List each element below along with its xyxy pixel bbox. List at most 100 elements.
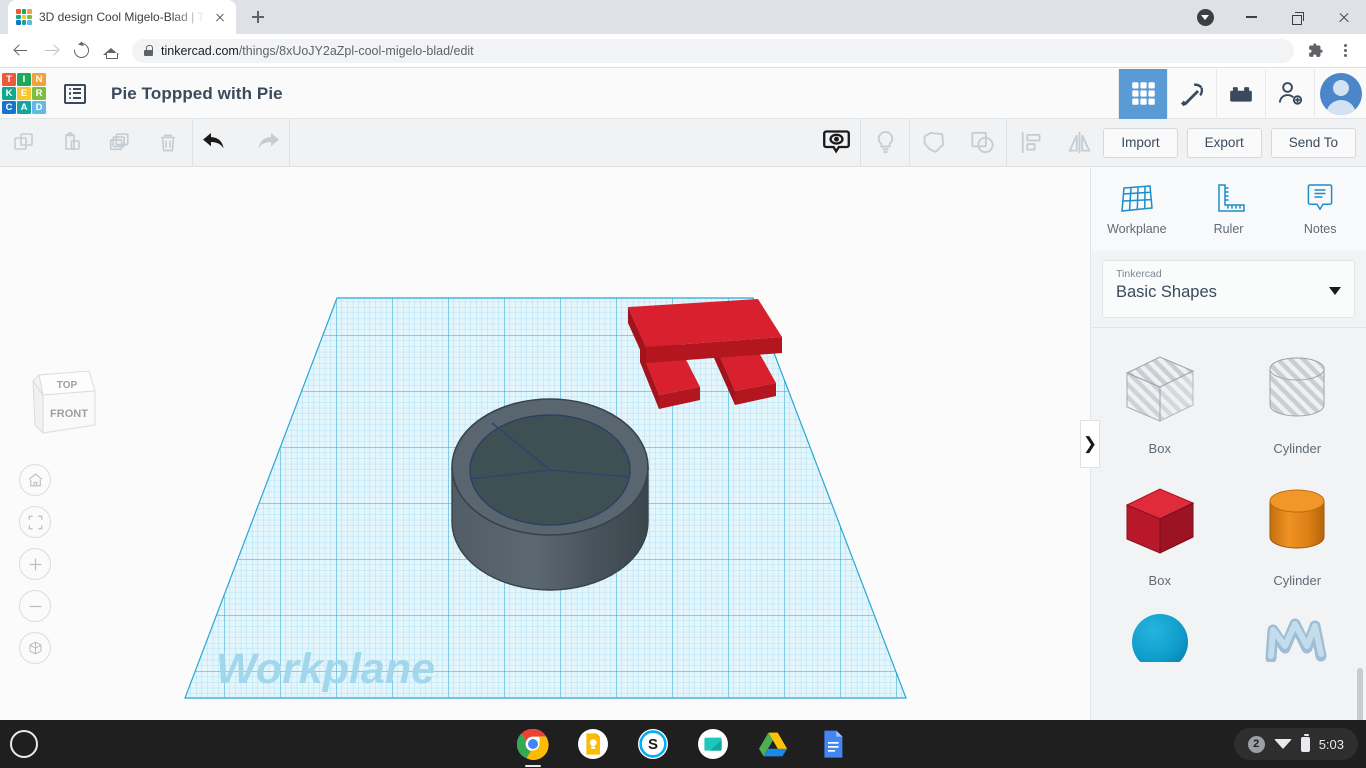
- panel-tools: Workplane Ruler Notes: [1091, 167, 1366, 251]
- reload-icon[interactable]: [66, 36, 96, 66]
- redo-icon[interactable]: [241, 119, 289, 167]
- notes-tool-label: Notes: [1303, 222, 1337, 236]
- blocks-grid-icon[interactable]: [1118, 68, 1167, 119]
- shape-item-scribble[interactable]: [1229, 606, 1366, 687]
- chrome-app-icon[interactable]: [516, 728, 549, 767]
- launcher-button[interactable]: [10, 730, 38, 758]
- back-icon[interactable]: [6, 36, 36, 66]
- undo-icon[interactable]: [193, 119, 241, 167]
- shape-label: Box: [1148, 441, 1171, 456]
- align-icon[interactable]: [1007, 119, 1055, 167]
- canvas-nav-buttons: [19, 464, 51, 664]
- shape-item-box-hole[interactable]: Box: [1091, 342, 1229, 474]
- library-name: Basic Shapes: [1116, 283, 1217, 301]
- shape-label: Cylinder: [1273, 441, 1322, 456]
- tab-title: 3D design Cool Migelo-Blad | Tin: [39, 10, 205, 24]
- page-title[interactable]: Pie Toppped with Pie: [111, 84, 283, 104]
- ruler-icon: [1217, 184, 1245, 212]
- notification-count: 2: [1247, 735, 1265, 753]
- logo-letter: A: [17, 101, 31, 114]
- shape-item-cylinder-hole[interactable]: Cylinder: [1229, 342, 1366, 474]
- paste-icon[interactable]: [48, 119, 96, 167]
- ruler-tool[interactable]: Ruler: [1183, 167, 1275, 251]
- lego-brick-icon[interactable]: [1216, 68, 1265, 119]
- teal-app-icon[interactable]: [697, 728, 729, 760]
- mirror-icon[interactable]: [1055, 119, 1103, 167]
- chromeos-desktop: 3D design Cool Migelo-Blad | Tin tinkerc…: [0, 0, 1366, 768]
- browser-tabstrip: 3D design Cool Migelo-Blad | Tin: [0, 0, 1366, 34]
- new-tab-button[interactable]: [244, 3, 272, 31]
- notes-icon: [1307, 184, 1333, 211]
- skype-app-icon[interactable]: S: [637, 728, 669, 760]
- 3d-workplane-canvas[interactable]: Workplane TOP FRONT: [0, 167, 1090, 720]
- browser-toolbar: tinkercad.com/things/8xUoJY2aZpl-cool-mi…: [0, 34, 1366, 68]
- tinkercad-header: T I N K E R C A D Pie Toppped with Pie: [0, 68, 1366, 119]
- ruler-tool-label: Ruler: [1213, 222, 1244, 236]
- zoom-in-icon[interactable]: [19, 548, 51, 580]
- workplane-tool-label: Workplane: [1107, 222, 1167, 236]
- keep-app-icon[interactable]: [577, 728, 609, 760]
- google-drive-app-icon[interactable]: [757, 728, 789, 760]
- lock-icon: [144, 45, 153, 56]
- browser-tab[interactable]: 3D design Cool Migelo-Blad | Tin: [8, 0, 236, 34]
- sendto-button[interactable]: Send To: [1270, 127, 1356, 158]
- workplane-icon: [1121, 185, 1153, 212]
- fit-all-icon[interactable]: [19, 506, 51, 538]
- system-tray[interactable]: 2 5:03: [1233, 728, 1358, 760]
- close-window-icon[interactable]: [1320, 0, 1366, 34]
- notes-tool[interactable]: Notes: [1274, 167, 1366, 251]
- view-cube[interactable]: TOP FRONT: [25, 357, 103, 452]
- shape-library-select[interactable]: Tinkercad Basic Shapes: [1102, 260, 1355, 318]
- home-view-icon[interactable]: [19, 464, 51, 496]
- url-path: /things/8xUoJY2aZpl-cool-migelo-blad/edi…: [238, 43, 474, 58]
- address-bar[interactable]: tinkercad.com/things/8xUoJY2aZpl-cool-mi…: [132, 38, 1294, 63]
- box-red-icon: [1112, 474, 1208, 566]
- avatar[interactable]: [1314, 68, 1366, 119]
- active-app-indicator: [525, 764, 541, 767]
- home-icon[interactable]: [96, 36, 126, 66]
- workplane-tool[interactable]: Workplane: [1091, 167, 1183, 251]
- lightbulb-icon[interactable]: [861, 119, 909, 167]
- copy-icon[interactable]: [0, 119, 48, 167]
- header-actions: [1118, 68, 1366, 119]
- ungroup-icon[interactable]: [958, 119, 1006, 167]
- group-icon[interactable]: [910, 119, 958, 167]
- duplicate-icon[interactable]: [96, 119, 144, 167]
- shape-label: Cylinder: [1273, 573, 1322, 588]
- editor-toolbar: Import Export Send To: [0, 118, 1366, 167]
- viewcube-front-label: FRONT: [50, 408, 88, 420]
- browser-menu-icon[interactable]: [1330, 36, 1360, 66]
- panel-collapse-toggle[interactable]: ❯: [1080, 420, 1100, 468]
- visibility-icon[interactable]: [812, 119, 860, 167]
- system-shelf: S 2 5:03: [0, 720, 1366, 768]
- tinkercad-favicon: [16, 9, 32, 25]
- extensions-icon[interactable]: [1300, 36, 1330, 66]
- delete-icon[interactable]: [144, 119, 192, 167]
- logo-letter: T: [2, 73, 16, 86]
- clock: 5:03: [1318, 736, 1344, 752]
- toolbar-action-buttons: Import Export Send To: [1103, 127, 1366, 158]
- zoom-out-icon[interactable]: [19, 590, 51, 622]
- sphere-blue-icon: [1112, 606, 1208, 662]
- logo-letter: D: [32, 101, 46, 114]
- restore-icon[interactable]: [1274, 0, 1320, 34]
- minimize-icon[interactable]: [1228, 0, 1274, 34]
- google-docs-app-icon[interactable]: [817, 728, 849, 760]
- shape-item-box-red[interactable]: Box: [1091, 474, 1229, 606]
- shape-item-sphere-blue[interactable]: [1091, 606, 1229, 687]
- workplane-scene: Workplane: [184, 297, 907, 699]
- svg-text:S: S: [648, 736, 658, 753]
- export-button[interactable]: Export: [1186, 127, 1262, 158]
- shape-item-cylinder-orange[interactable]: Cylinder: [1229, 474, 1366, 606]
- forward-icon[interactable]: [36, 36, 66, 66]
- import-button[interactable]: Import: [1103, 127, 1178, 158]
- close-icon[interactable]: [212, 9, 228, 25]
- list-menu-icon[interactable]: [52, 83, 98, 104]
- tinkercad-logo[interactable]: T I N K E R C A D: [2, 73, 52, 114]
- window-controls: [1182, 0, 1366, 34]
- library-owner: Tinkercad: [1116, 268, 1162, 280]
- perspective-toggle-icon[interactable]: [19, 632, 51, 664]
- invite-person-icon[interactable]: [1265, 68, 1314, 119]
- download-indicator-icon[interactable]: [1182, 0, 1228, 34]
- pickaxe-icon[interactable]: [1167, 68, 1216, 119]
